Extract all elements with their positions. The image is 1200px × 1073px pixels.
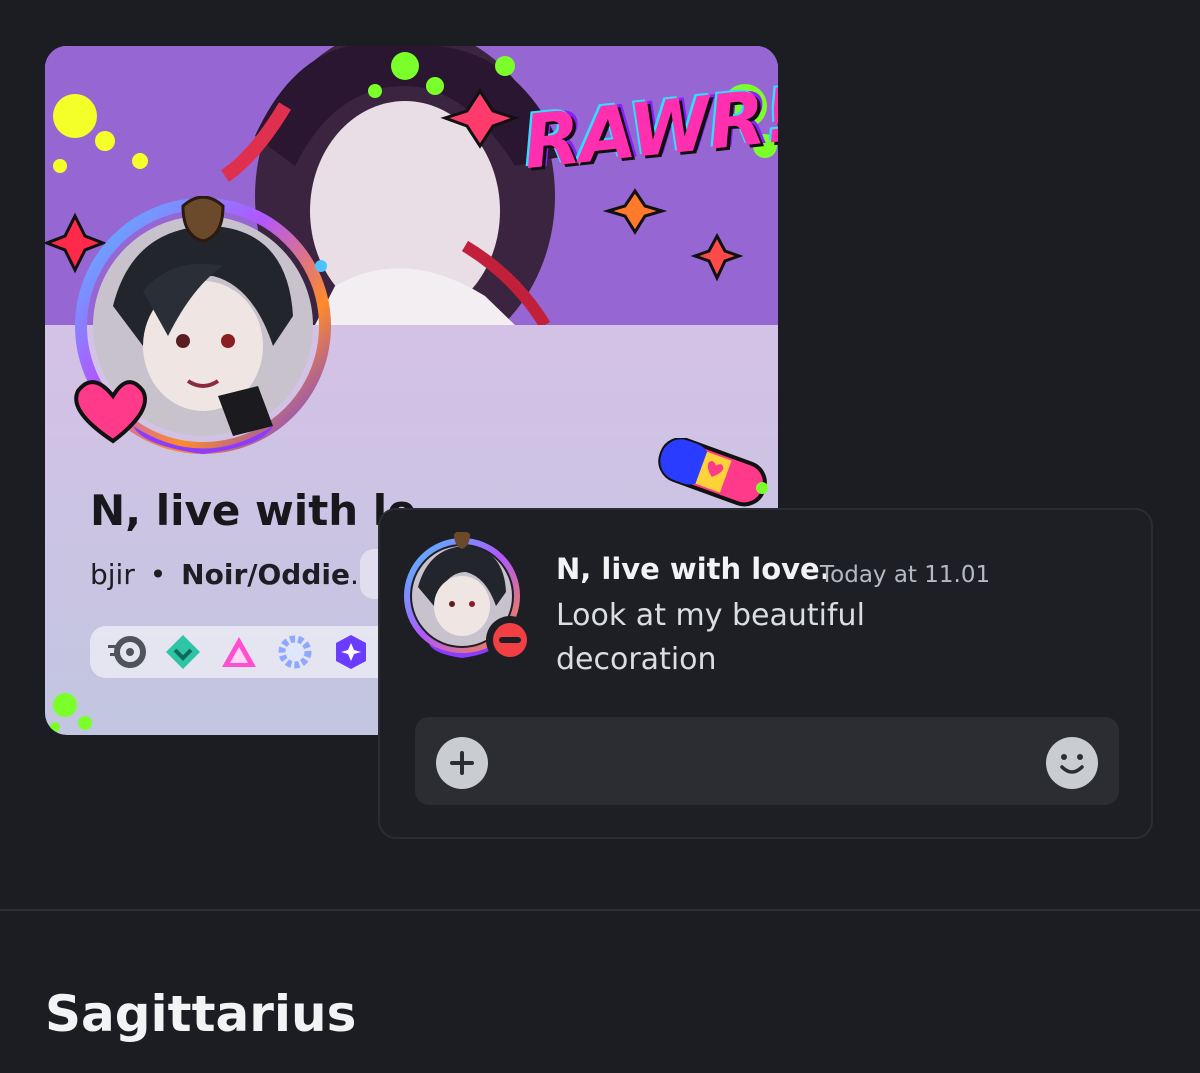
pronouns-suffix: . xyxy=(349,558,359,591)
message-author: N, live with love. xyxy=(556,552,831,586)
profile-avatar[interactable] xyxy=(73,195,333,456)
quest-badge-icon[interactable] xyxy=(332,633,370,671)
message-content: Look at my beautiful decoration xyxy=(556,594,886,682)
laurel-badge-icon[interactable] xyxy=(276,633,314,671)
message-composer[interactable] xyxy=(415,717,1119,805)
paint-splat xyxy=(50,693,92,732)
section-divider xyxy=(0,909,1200,911)
avatar-decoration xyxy=(74,195,331,454)
message-line: decoration xyxy=(556,642,717,677)
message-preview: N, live with love. Today at 11.01 Look a… xyxy=(378,508,1153,839)
profile-badges xyxy=(90,626,408,678)
section-title: Sagittarius xyxy=(45,985,357,1043)
meta-separator: • xyxy=(149,558,167,591)
hypesquad-badge-icon[interactable] xyxy=(220,633,258,671)
profile-username: bjir xyxy=(90,558,135,591)
add-attachment-button[interactable] xyxy=(436,737,488,789)
emoji-button[interactable] xyxy=(1046,737,1098,789)
profile-display-name: N, live with lo xyxy=(90,486,417,535)
smiley-icon xyxy=(1060,754,1084,774)
bandage-sticker xyxy=(658,438,768,507)
profile-meta-line: bjir • Noir/Oddie. xyxy=(90,558,359,591)
message-line: Look at my beautiful xyxy=(556,598,865,633)
message-timestamp: Today at 11.01 xyxy=(820,562,991,588)
plus-icon xyxy=(450,751,474,775)
dnd-status-icon xyxy=(486,616,534,664)
profile-pronouns: Noir/Oddie xyxy=(181,558,350,591)
boost-badge-icon[interactable] xyxy=(164,633,202,671)
